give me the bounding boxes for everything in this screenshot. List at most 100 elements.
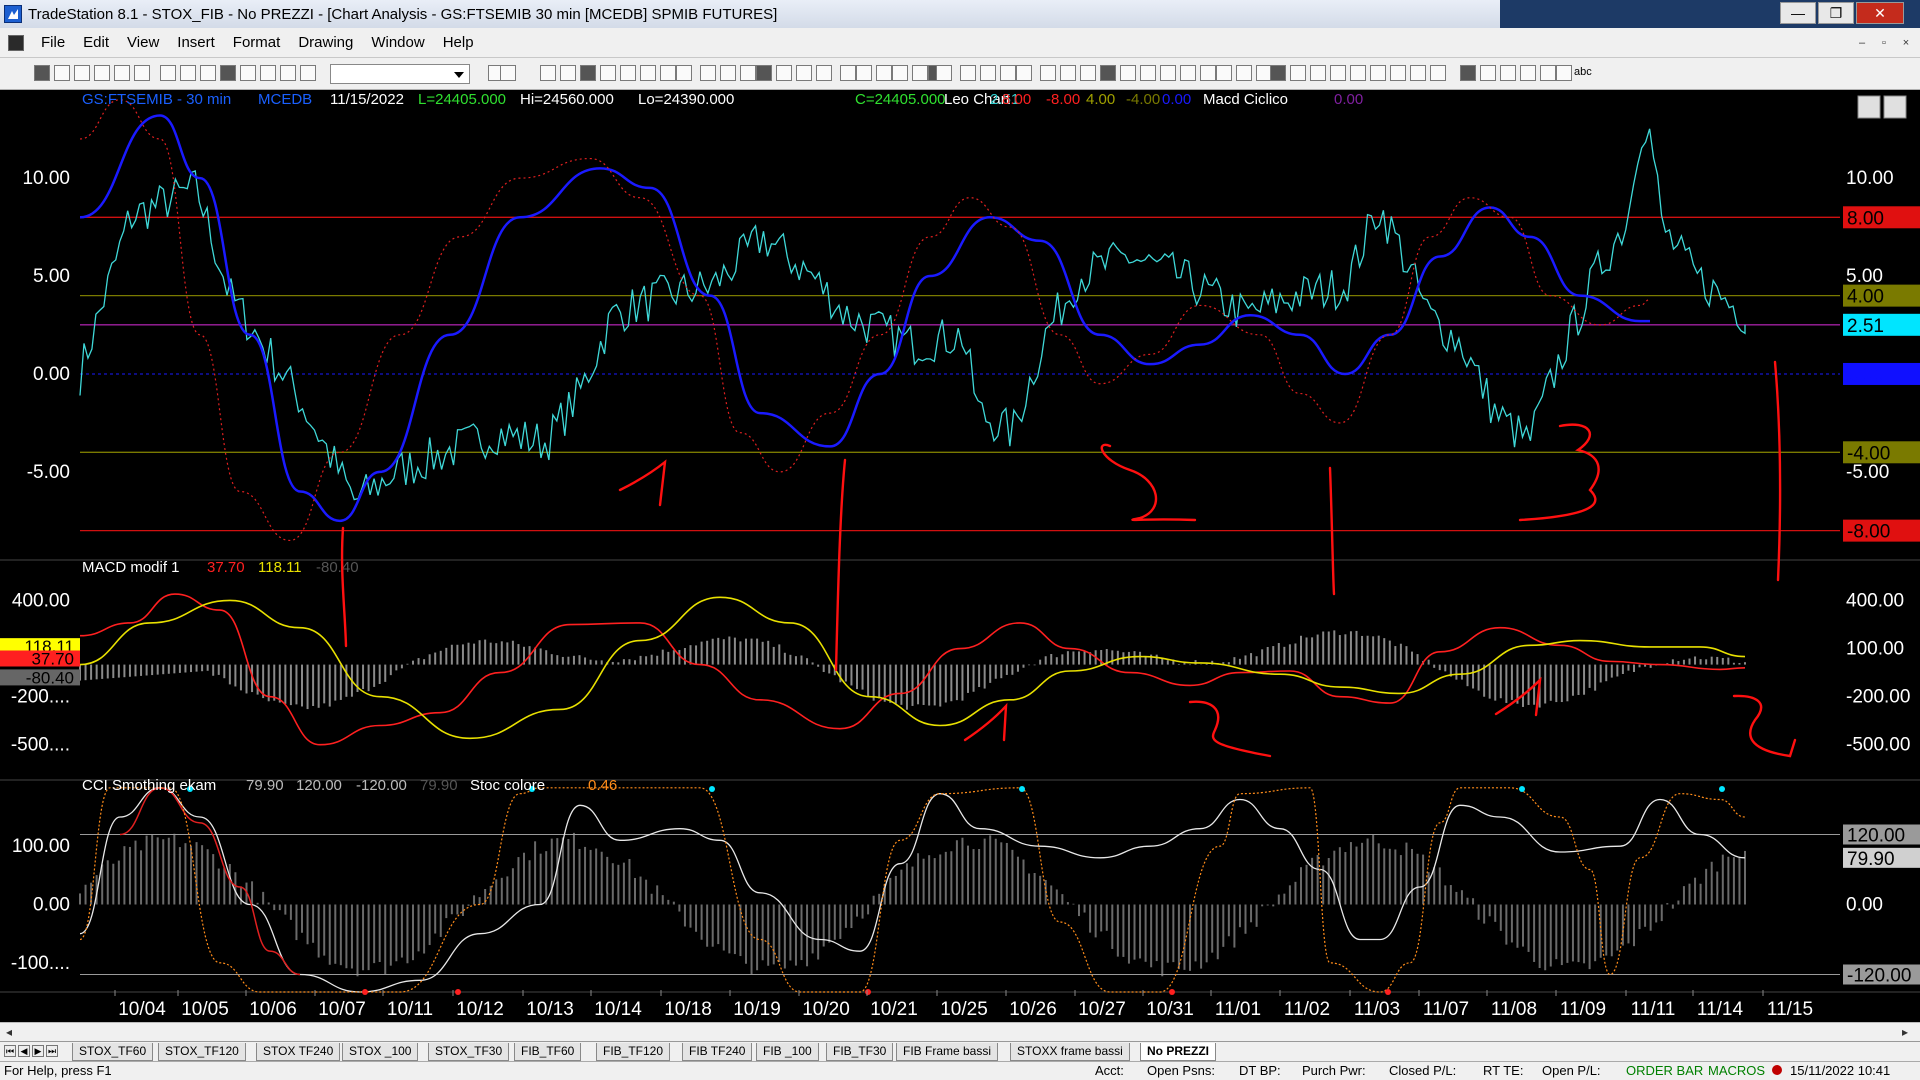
tab-stox-tf30[interactable]: STOX_TF30 xyxy=(428,1043,510,1061)
tab-nav-3-icon[interactable]: ⏭ xyxy=(46,1045,58,1057)
tab-stoxx-frame-bassi[interactable]: STOXX frame bassi xyxy=(1010,1043,1130,1061)
toolbar-button-57[interactable] xyxy=(1330,65,1346,81)
toolbar-button-68[interactable] xyxy=(1556,65,1572,81)
toolbar-button-13[interactable] xyxy=(300,65,316,81)
menu-edit[interactable]: Edit xyxy=(74,34,118,51)
chart-canvas[interactable]: GS:FTSEMIB - 30 min MCEDB 11/15/2022 L=2440… xyxy=(0,90,1920,1022)
toolbar-button-17[interactable] xyxy=(560,65,576,81)
mdi-close-button[interactable]: × xyxy=(1896,34,1916,52)
dotted-cycle-line[interactable] xyxy=(79,99,1651,542)
toolbar-button-33[interactable] xyxy=(876,65,892,81)
order-bar-label[interactable]: ORDER BAR xyxy=(1626,1063,1703,1078)
cycle-line[interactable] xyxy=(79,114,1650,523)
toolbar-button-16[interactable] xyxy=(540,65,556,81)
toolbar-button-39[interactable] xyxy=(980,65,996,81)
toolbar-button-47[interactable] xyxy=(1140,65,1156,81)
toolbar-button-0[interactable] xyxy=(34,65,50,81)
toolbar-button-59[interactable] xyxy=(1370,65,1386,81)
toolbar-button-1[interactable] xyxy=(54,65,70,81)
toolbar-button-62[interactable] xyxy=(1430,65,1446,81)
price-series-line[interactable] xyxy=(79,128,1746,501)
macros-label[interactable]: MACROS xyxy=(1708,1063,1765,1078)
toolbar-button-58[interactable] xyxy=(1350,65,1366,81)
toolbar-button-20[interactable] xyxy=(620,65,636,81)
toolbar-button-41[interactable] xyxy=(1016,65,1032,81)
scroll-left-icon[interactable]: ◂ xyxy=(6,1025,12,1039)
toolbar-button-19[interactable] xyxy=(600,65,616,81)
toolbar-button-27[interactable] xyxy=(756,65,772,81)
tab-fib-frame-bassi[interactable]: FIB Frame bassi xyxy=(896,1043,999,1061)
toolbar-button-5[interactable] xyxy=(134,65,150,81)
tab-stox-tf240[interactable]: STOX TF240 xyxy=(256,1043,341,1061)
toolbar-button-10[interactable] xyxy=(240,65,256,81)
tab-stox-100[interactable]: STOX _100 xyxy=(342,1043,419,1061)
toolbar-button-49[interactable] xyxy=(1180,65,1196,81)
menu-format[interactable]: Format xyxy=(224,34,290,51)
toolbar-button-66[interactable] xyxy=(1520,65,1536,81)
menu-window[interactable]: Window xyxy=(362,34,433,51)
mdi-minimize-button[interactable]: – xyxy=(1852,34,1872,52)
toolbar-button-2[interactable] xyxy=(74,65,90,81)
tab-stox-tf60[interactable]: STOX_TF60 xyxy=(72,1043,154,1061)
toolbar-button-63[interactable] xyxy=(1460,65,1476,81)
tab-nav-1-icon[interactable]: ◀ xyxy=(18,1045,30,1057)
toolbar-button-18[interactable] xyxy=(580,65,596,81)
toolbar-button-9[interactable] xyxy=(220,65,236,81)
toolbar-button-4[interactable] xyxy=(114,65,130,81)
toolbar-button-48[interactable] xyxy=(1160,65,1176,81)
menu-view[interactable]: View xyxy=(118,34,168,51)
toolbar-button-25[interactable] xyxy=(720,65,736,81)
toolbar-button-30[interactable] xyxy=(816,65,832,81)
scroll-right-icon[interactable]: ▸ xyxy=(1902,1025,1908,1039)
tab-fib-tf30[interactable]: FIB_TF30 xyxy=(826,1043,894,1061)
toolbar-button-60[interactable] xyxy=(1390,65,1406,81)
menu-help[interactable]: Help xyxy=(434,34,483,51)
toolbar-button-52[interactable] xyxy=(1236,65,1252,81)
mdi-restore-button[interactable]: ▫ xyxy=(1874,34,1894,52)
toolbar-button-22[interactable] xyxy=(660,65,676,81)
tab-fib-tf60[interactable]: FIB_TF60 xyxy=(514,1043,582,1061)
toolbar-button-26[interactable] xyxy=(740,65,756,81)
toolbar-button-28[interactable] xyxy=(776,65,792,81)
toolbar-button-51[interactable] xyxy=(1216,65,1232,81)
symbol-dropdown[interactable] xyxy=(330,64,470,84)
tab-fib-tf240[interactable]: FIB TF240 xyxy=(682,1043,753,1061)
toolbar-button-55[interactable] xyxy=(1290,65,1306,81)
tab-nav-2-icon[interactable]: ▶ xyxy=(32,1045,44,1057)
toolbar-button-37[interactable] xyxy=(936,65,952,81)
toolbar-button-61[interactable] xyxy=(1410,65,1426,81)
toolbar-button-6[interactable] xyxy=(160,65,176,81)
tab-nav-0-icon[interactable]: ⏮ xyxy=(4,1045,16,1057)
toolbar-button-8[interactable] xyxy=(200,65,216,81)
menu-insert[interactable]: Insert xyxy=(168,34,224,51)
toolbar-button-46[interactable] xyxy=(1120,65,1136,81)
toolbar-button-40[interactable] xyxy=(1000,65,1016,81)
toolbar-button-7[interactable] xyxy=(180,65,196,81)
toolbar-button-29[interactable] xyxy=(796,65,812,81)
toolbar-button-50[interactable] xyxy=(1200,65,1216,81)
toolbar-button-65[interactable] xyxy=(1500,65,1516,81)
toolbar-button-24[interactable] xyxy=(700,65,716,81)
text-tool-button[interactable]: abc xyxy=(1574,66,1592,78)
restore-button[interactable]: ❐ xyxy=(1818,2,1854,24)
toolbar-button-35[interactable] xyxy=(912,65,928,81)
close-button[interactable]: ✕ xyxy=(1856,2,1904,24)
toolbar-button-15[interactable] xyxy=(500,65,516,81)
chart-restore-button[interactable] xyxy=(1883,95,1907,119)
toolbar-button-21[interactable] xyxy=(640,65,656,81)
toolbar-button-54[interactable] xyxy=(1270,65,1286,81)
toolbar-button-3[interactable] xyxy=(94,65,110,81)
menu-drawing[interactable]: Drawing xyxy=(289,34,362,51)
toolbar-button-56[interactable] xyxy=(1310,65,1326,81)
toolbar-button-67[interactable] xyxy=(1540,65,1556,81)
tab-fib-100[interactable]: FIB _100 xyxy=(756,1043,819,1061)
chart-doc-icon[interactable] xyxy=(8,34,24,51)
tab-no-prezzi[interactable]: No PREZZI xyxy=(1140,1043,1216,1061)
toolbar-button-45[interactable] xyxy=(1100,65,1116,81)
toolbar-button-34[interactable] xyxy=(892,65,908,81)
toolbar-button-64[interactable] xyxy=(1480,65,1496,81)
toolbar-button-12[interactable] xyxy=(280,65,296,81)
toolbar-button-43[interactable] xyxy=(1060,65,1076,81)
horizontal-scrollbar[interactable]: ◂ ▸ xyxy=(0,1022,1920,1041)
toolbar-button-23[interactable] xyxy=(676,65,692,81)
